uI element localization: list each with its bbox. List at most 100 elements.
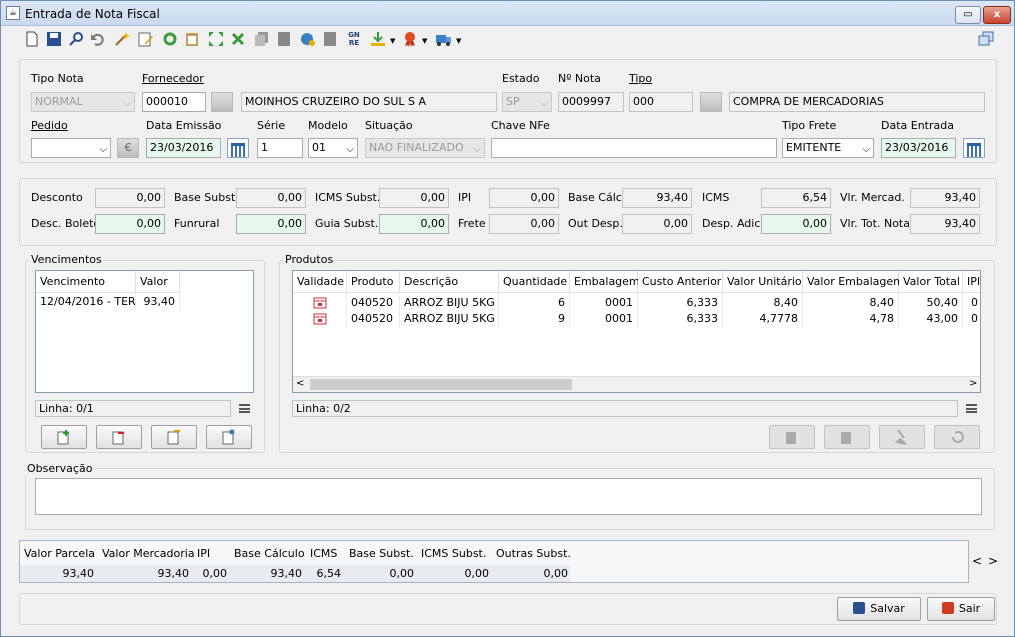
modelo-select[interactable]: 01 ⌵ [308,138,358,158]
desp-adic-label: Desp. Adic. [702,217,764,230]
fornecedor-label[interactable]: Fornecedor [142,72,204,85]
clear-vencimento-button[interactable] [206,425,252,449]
column-header[interactable]: Valor Embalagem [803,271,904,293]
tipo-nota-select[interactable]: NORMAL ⌵ [31,92,135,112]
save-disk-icon[interactable] [45,31,63,49]
scroll-right-icon[interactable]: > [969,378,977,389]
calendar-icon[interactable] [963,138,985,158]
refresh-icon[interactable] [161,31,179,49]
salvar-button[interactable]: Salvar [837,597,921,621]
euro-button[interactable]: € [117,138,139,158]
remove-vencimento-button[interactable] [96,425,142,449]
column-header[interactable]: Valor [136,271,180,293]
pedido-select[interactable]: ⌵ [31,138,111,158]
column-header[interactable]: Embalagem [570,271,640,293]
column-header[interactable]: Vencimento [36,271,136,293]
wand-icon[interactable] [113,31,131,49]
tipo-frete-select[interactable]: EMITENTE ⌵ [782,138,874,158]
funrural-input[interactable]: 0,00 [236,214,306,234]
desp-adic-input[interactable]: 0,00 [761,214,831,234]
undo-produto-button[interactable] [934,425,980,449]
fornecedor-lookup-button[interactable] [211,92,233,112]
restore-window-icon[interactable] [977,31,995,49]
edit-vencimento-button[interactable] [151,425,197,449]
data-entrada-input[interactable]: 23/03/2016 [881,138,956,158]
column-header[interactable]: Valor Total [899,271,963,293]
horizontal-scrollbar[interactable]: < > [293,376,980,392]
desc-boleto-input[interactable]: 0,00 [95,214,165,234]
pedido-label[interactable]: Pedido [31,119,68,132]
data-emissao-input[interactable]: 23/03/2016 [146,138,221,158]
scrollbar-thumb[interactable] [310,379,572,390]
broom-icon[interactable] [879,425,925,449]
grid-icon[interactable] [321,31,339,49]
delete-x-icon[interactable] [229,31,247,49]
search-key-icon[interactable] [67,31,85,49]
column-header[interactable]: IPI [963,271,980,293]
close-window-button[interactable]: x [983,6,1011,24]
fornecedor-code-input[interactable]: 000010 [142,92,206,112]
column-header[interactable]: Descrição [400,271,499,293]
data-entrada-label: Data Entrada [881,119,954,132]
frete-field: 0,00 [489,214,559,234]
tipo-code-field[interactable]: 000 [629,92,693,112]
new-doc-icon[interactable] [23,31,41,49]
expand-icon[interactable] [207,31,225,49]
edit-doc-icon[interactable] [137,31,155,49]
column-header[interactable]: Custo Anterior [638,271,723,293]
add-vencimento-button[interactable] [41,425,87,449]
chevron-down-icon[interactable]: ▼ [390,37,395,45]
produtos-table[interactable]: Validade Produto Descrição Quantidade Em… [292,270,981,393]
table-cell: ARROZ BIJU 5KG [400,295,499,311]
column-header[interactable]: Produto [347,271,400,293]
summary-header: Valor Parcela [24,547,95,560]
funrural-label: Funrural [174,217,220,230]
summary-value: 0,00 [202,567,228,580]
tipo-lookup-button[interactable] [700,92,722,112]
estado-label: Estado [502,72,540,85]
validade-cell[interactable] [293,311,347,327]
ribbon-icon[interactable] [401,31,419,49]
column-header[interactable]: Quantidade [499,271,570,293]
copy-icon[interactable] [253,31,271,49]
validade-cell[interactable] [293,295,347,311]
calendar-icon[interactable] [227,138,249,158]
chave-nfe-input[interactable] [491,138,777,158]
icms-subst-field: 0,00 [379,188,449,208]
column-header[interactable]: Valor Unitário [723,271,803,293]
serie-input[interactable]: 1 [257,138,303,158]
remove-produto-button[interactable] [824,425,870,449]
estado-select[interactable]: SP ⌵ [502,92,552,112]
chevron-down-icon[interactable]: ▼ [456,37,461,45]
sair-button[interactable]: Sair [927,597,995,621]
gnre-icon[interactable]: GN RE [345,31,363,49]
guia-subst-input[interactable]: 0,00 [379,214,449,234]
menu-icon[interactable] [966,404,977,413]
minimize-button[interactable]: ▭ [955,6,981,24]
out-desp-field: 0,00 [622,214,692,234]
scroll-left-icon[interactable]: < [296,378,304,389]
summary-header: IPI [197,547,211,560]
download-icon[interactable] [369,31,387,49]
tipo-frete-label: Tipo Frete [782,119,837,132]
summary-next-button[interactable]: > [988,554,998,568]
summary-prev-button[interactable]: < [972,554,982,568]
vencimentos-table[interactable]: Vencimento Valor 12/04/2016 - TER 93,40 [35,270,254,393]
add-produto-button[interactable] [769,425,815,449]
table-cell: 040520 [347,295,400,311]
summary-header: Base Cálculo [234,547,305,560]
clipboard-icon[interactable] [183,31,201,49]
tipo-label[interactable]: Tipo [629,72,652,85]
menu-icon[interactable] [239,404,250,413]
truck-icon[interactable] [435,31,453,49]
ipi-field: 0,00 [489,188,559,208]
column-header[interactable]: Validade [293,271,347,293]
chevron-down-icon[interactable]: ▼ [422,37,427,45]
produtos-title: Produtos [283,253,336,266]
observacao-textarea[interactable] [35,478,982,515]
summary-value: 93,40 [270,567,303,580]
globe-user-icon[interactable] [299,31,317,49]
situacao-select[interactable]: NAO FINALIZADO ⌵ [365,138,485,158]
book-icon[interactable] [275,31,293,49]
undo-icon[interactable] [89,31,107,49]
